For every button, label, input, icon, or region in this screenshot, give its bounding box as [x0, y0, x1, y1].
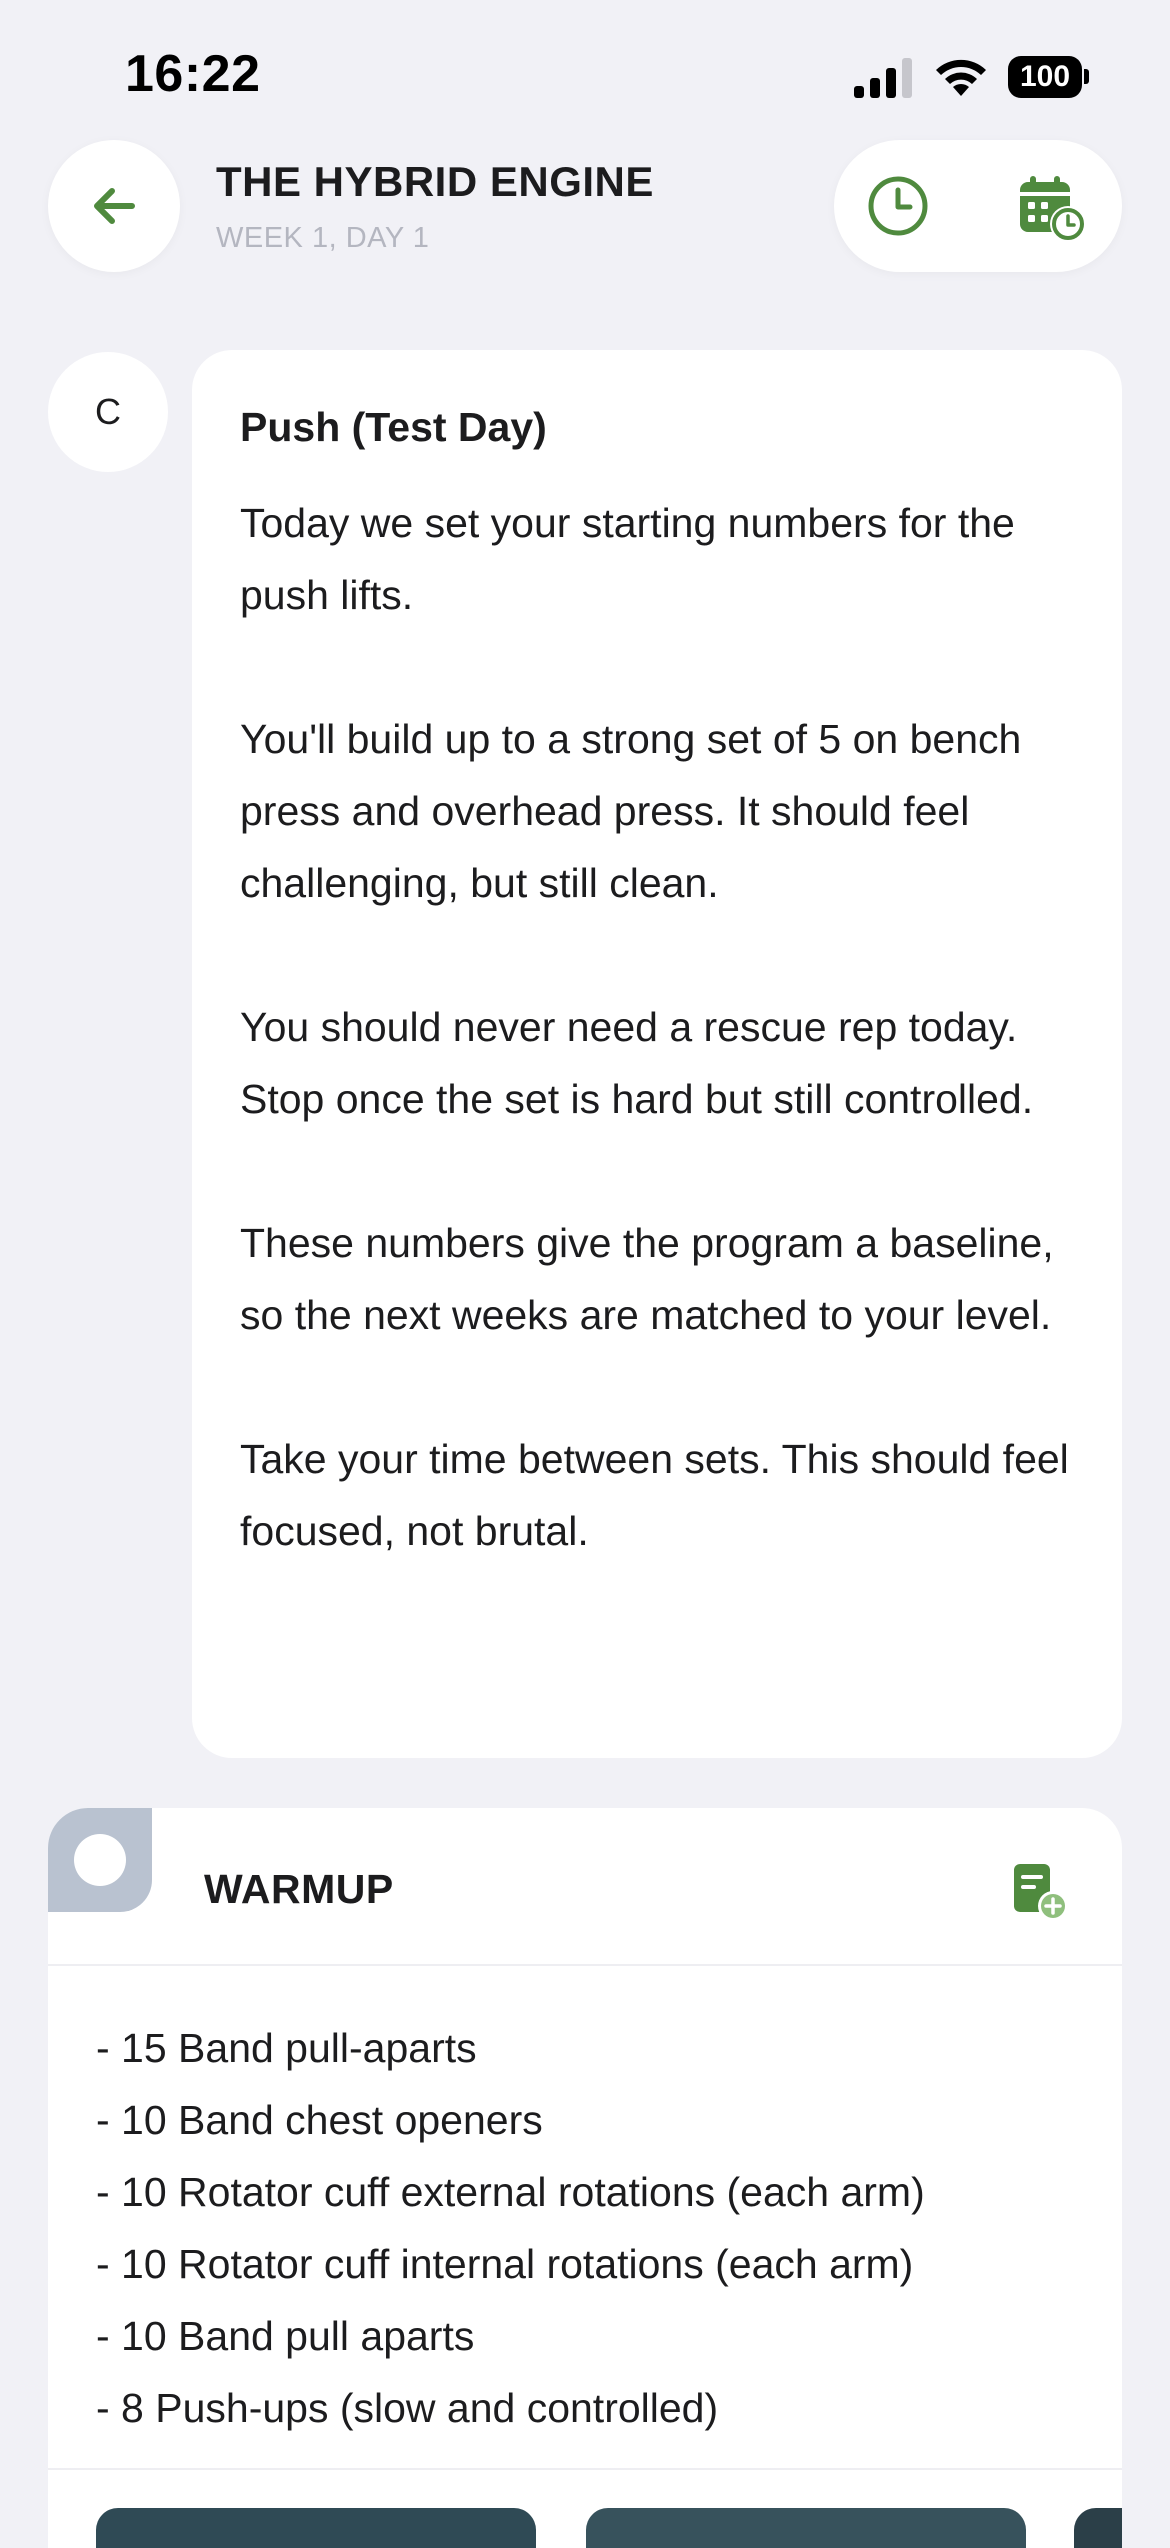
schedule-button[interactable] [1016, 172, 1088, 244]
clock-icon [868, 176, 928, 236]
cellular-signal-icon [854, 58, 912, 98]
warmup-status-marker[interactable] [48, 1808, 152, 1912]
warmup-title: WARMUP [204, 1866, 394, 1912]
page-subtitle: WEEK 1, DAY 1 [216, 222, 430, 254]
exercise-video-thumbnail[interactable] [1074, 2508, 1122, 2548]
exercise-video-thumbnail[interactable] [586, 2508, 1026, 2548]
note-add-icon[interactable] [1008, 1860, 1072, 1924]
exercise-video-thumbnail[interactable] [96, 2508, 536, 2548]
divider [48, 2468, 1122, 2470]
warmup-item: - 10 Band chest openers [96, 2097, 543, 2143]
warmup-item: - 10 Rotator cuff external rotations (ea… [96, 2169, 925, 2215]
message-paragraph: You'll build up to a strong set of 5 on … [240, 716, 1022, 906]
message-paragraph: Take your time between sets. This should… [240, 1436, 1069, 1554]
coach-avatar: C [48, 352, 168, 472]
divider [48, 1964, 1122, 1966]
coach-message-card: Push (Test Day) Today we set your starti… [192, 350, 1122, 1758]
calendar-clock-icon [1020, 176, 1086, 242]
header-actions [834, 140, 1122, 272]
message-paragraph: These numbers give the program a baselin… [240, 1220, 1054, 1338]
warmup-card: WARMUP - 15 Band pull-aparts - 10 Band c… [48, 1808, 1122, 2548]
wifi-icon [936, 59, 986, 96]
page-title: THE HYBRID ENGINE [216, 158, 654, 205]
status-time: 16:22 [125, 45, 261, 103]
battery-level: 100 [1008, 56, 1082, 98]
warmup-item: - 10 Band pull aparts [96, 2313, 475, 2359]
coach-avatar-initial: C [95, 391, 121, 432]
status-bar: 16:22 100 [0, 0, 1170, 150]
back-button[interactable] [48, 140, 180, 272]
warmup-item: - 8 Push-ups (slow and controlled) [96, 2385, 719, 2431]
message-title: Push (Test Day) [240, 404, 547, 450]
warmup-item: - 15 Band pull-aparts [96, 2025, 477, 2071]
warmup-list: - 15 Band pull-aparts - 10 Band chest op… [96, 2012, 925, 2444]
battery-icon: 100 [1008, 56, 1089, 98]
status-dot [74, 1834, 126, 1886]
arrow-left-icon [94, 188, 135, 224]
history-button[interactable] [866, 174, 930, 238]
message-paragraph: You should never need a rescue rep today… [240, 1004, 1034, 1122]
warmup-item: - 10 Rotator cuff internal rotations (ea… [96, 2241, 914, 2287]
battery-cap [1084, 69, 1089, 84]
message-paragraph: Today we set your starting numbers for t… [240, 500, 1015, 618]
